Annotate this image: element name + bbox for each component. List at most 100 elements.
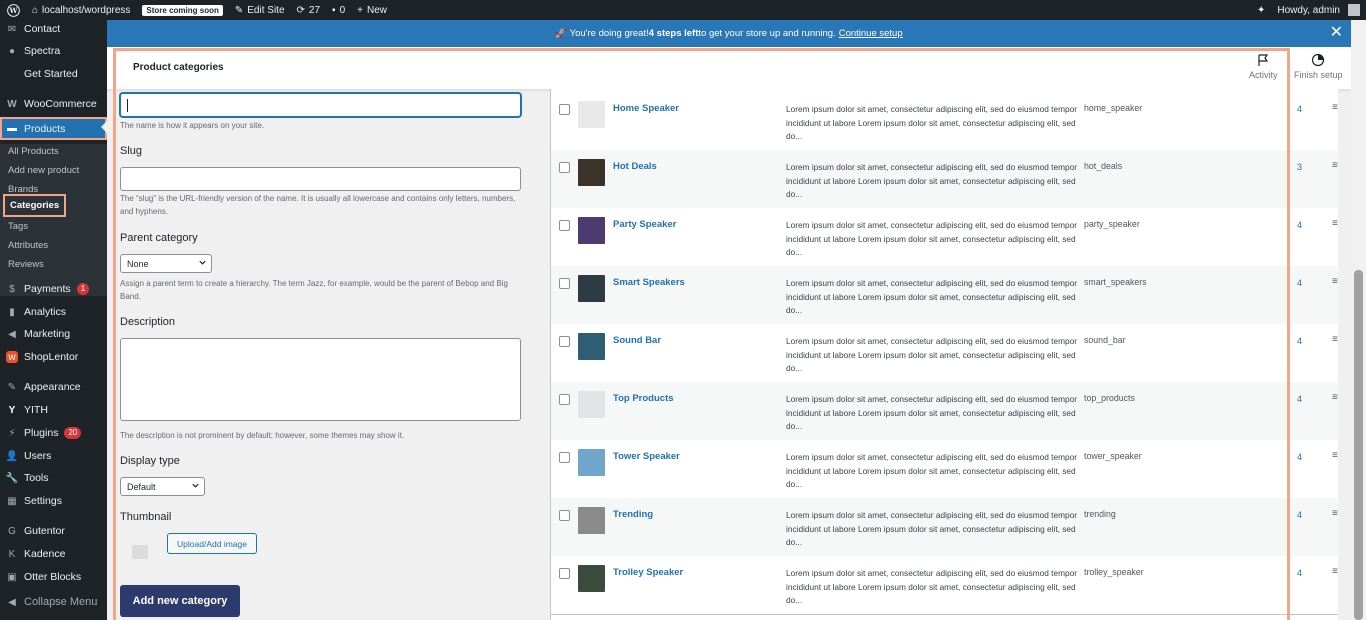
wordpress-logo-icon[interactable]: W (0, 0, 26, 20)
updates-icon: ⟳ (296, 4, 305, 16)
close-icon[interactable]: ✕ (1330, 25, 1343, 41)
category-count-link[interactable]: 4 (1297, 452, 1302, 462)
sidebar-item-contact[interactable]: ✉ Contact (0, 20, 107, 40)
row-checkbox[interactable] (559, 336, 570, 347)
table-row: Trolley Speaker Lorem ipsum dolor sit ame… (551, 556, 1338, 614)
ai-sparkle-button[interactable]: ✦ (1251, 0, 1271, 20)
sidebar-item-appearance[interactable]: ✎ Appearance (0, 376, 107, 398)
row-checkbox[interactable] (559, 220, 570, 231)
category-count-link[interactable]: 4 (1297, 278, 1302, 288)
drag-handle-icon[interactable]: ≡ (1332, 218, 1338, 229)
row-checkbox[interactable] (559, 104, 570, 115)
store-badge[interactable]: Store coming soon (136, 0, 228, 20)
category-name-link[interactable]: Hot Deals (613, 161, 657, 172)
submenu-add-new-product[interactable]: Add new product (8, 165, 79, 176)
category-name-link[interactable]: Home Speaker (613, 103, 679, 114)
kadence-icon: K (8, 548, 16, 560)
row-checkbox[interactable] (559, 452, 570, 463)
sidebar-item-yith[interactable]: Y YITH (0, 399, 107, 421)
category-slug-input[interactable] (120, 167, 521, 191)
row-checkbox[interactable] (559, 568, 570, 579)
sidebar-item-settings[interactable]: ▦ Settings (0, 490, 107, 512)
sidebar-item-spectra[interactable]: ● Spectra (0, 40, 107, 62)
category-name-link[interactable]: Top Products (613, 393, 674, 404)
category-name-input[interactable] (120, 93, 521, 117)
category-name-link[interactable]: Party Speaker (613, 219, 676, 230)
collapse-menu-button[interactable]: ◀ Collapse Menu (0, 591, 107, 613)
sidebar-item-get-started[interactable]: Get Started (0, 63, 107, 85)
drag-handle-icon[interactable]: ≡ (1332, 276, 1338, 287)
sidebar-item-woocommerce[interactable]: W WooCommerce (0, 93, 107, 115)
shoplentor-icon: w (6, 351, 18, 363)
table-row: Top Products Lorem ipsum dolor sit amet, … (551, 382, 1338, 440)
sidebar-item-shoplentor[interactable]: w ShopLentor (0, 346, 107, 368)
sidebar-item-tools[interactable]: 🔧 Tools (0, 467, 107, 489)
my-account-link[interactable]: Howdy, admin (1271, 0, 1366, 20)
sidebar-item-payments[interactable]: $ Payments 1 (0, 278, 107, 300)
category-count-link[interactable]: 3 (1297, 162, 1302, 172)
display-type-select[interactable]: Default (120, 477, 205, 496)
category-slug: top_products (1084, 393, 1135, 403)
category-count-link[interactable]: 4 (1297, 336, 1302, 346)
upload-image-button[interactable]: Upload/Add image (167, 533, 257, 554)
display-type-value: Default (127, 481, 156, 492)
woocommerce-icon: W (7, 98, 17, 110)
drag-handle-icon[interactable]: ≡ (1332, 450, 1338, 461)
sidebar-item-label: WooCommerce (24, 98, 97, 110)
row-checkbox[interactable] (559, 394, 570, 405)
category-count-link[interactable]: 4 (1297, 104, 1302, 114)
category-count-link[interactable]: 4 (1297, 568, 1302, 578)
category-count-link[interactable]: 4 (1297, 510, 1302, 520)
category-name-link[interactable]: Smart Speakers (613, 277, 685, 288)
edit-site-link[interactable]: ✎ Edit Site (229, 0, 291, 20)
submenu-all-products[interactable]: All Products (8, 146, 59, 157)
drag-handle-icon[interactable]: ≡ (1332, 392, 1338, 403)
site-name-link[interactable]: ⌂ localhost/wordpress (26, 0, 136, 20)
new-content-link[interactable]: + New (351, 0, 393, 20)
add-new-category-button[interactable]: Add new category (120, 585, 240, 617)
sidebar-item-analytics[interactable]: ▮ Analytics (0, 301, 107, 323)
row-checkbox[interactable] (559, 278, 570, 289)
row-checkbox[interactable] (559, 510, 570, 521)
sidebar-item-label: Plugins (24, 427, 59, 439)
sidebar-item-products[interactable]: ▬ Products (0, 117, 107, 140)
thumbnail-label: Thumbnail (120, 511, 172, 523)
category-count-link[interactable]: 4 (1297, 394, 1302, 404)
sidebar-item-marketing[interactable]: ◀ Marketing (0, 323, 107, 345)
category-name-link[interactable]: Tower Speaker (613, 451, 680, 462)
updates-link[interactable]: ⟳ 27 (291, 0, 327, 20)
sidebar-item-kadence[interactable]: K Kadence (0, 543, 107, 565)
row-checkbox[interactable] (559, 162, 570, 173)
sidebar-item-label: Settings (24, 495, 62, 507)
category-description: Lorem ipsum dolor sit amet, consectetur … (786, 510, 1077, 547)
woocommerce-header: Product categories Activity Finish setup (107, 47, 1351, 89)
drag-handle-icon[interactable]: ≡ (1332, 566, 1338, 577)
category-count-link[interactable]: 4 (1297, 220, 1302, 230)
submenu-reviews[interactable]: Reviews (8, 259, 44, 270)
drag-handle-icon[interactable]: ≡ (1332, 160, 1338, 171)
submenu-categories[interactable]: Categories (3, 194, 67, 217)
submenu-attributes[interactable]: Attributes (8, 240, 48, 251)
submenu-tags[interactable]: Tags (8, 221, 28, 232)
category-thumbnail (578, 449, 605, 476)
scrollbar-thumb[interactable] (1354, 270, 1363, 620)
continue-setup-link[interactable]: Continue setup (839, 28, 903, 39)
category-name-link[interactable]: Trolley Speaker (613, 567, 683, 578)
parent-help-text: Assign a parent term to create a hierarc… (120, 279, 508, 301)
sidebar-item-plugins[interactable]: ⚡ Plugins 20 (0, 422, 107, 444)
category-name-link[interactable]: Sound Bar (613, 335, 661, 346)
sidebar-item-otter-blocks[interactable]: ▣ Otter Blocks (0, 566, 107, 588)
category-description-textarea[interactable] (120, 338, 521, 421)
setup-notice-bar: 🚀 You're doing great! 4 steps left to ge… (107, 20, 1351, 47)
sidebar-item-gutentor[interactable]: G Gutentor (0, 520, 107, 542)
parent-category-select[interactable]: None (120, 254, 212, 273)
sidebar-item-users[interactable]: 👤 Users (0, 445, 107, 467)
finish-setup-button[interactable]: Finish setup (1294, 53, 1343, 80)
drag-handle-icon[interactable]: ≡ (1332, 508, 1338, 519)
activity-button[interactable]: Activity (1249, 53, 1278, 80)
comments-link[interactable]: ▪ 0 (326, 0, 351, 20)
category-name-link[interactable]: Trending (613, 509, 653, 520)
drag-handle-icon[interactable]: ≡ (1332, 334, 1338, 345)
category-thumbnail (578, 159, 605, 186)
drag-handle-icon[interactable]: ≡ (1332, 102, 1338, 113)
